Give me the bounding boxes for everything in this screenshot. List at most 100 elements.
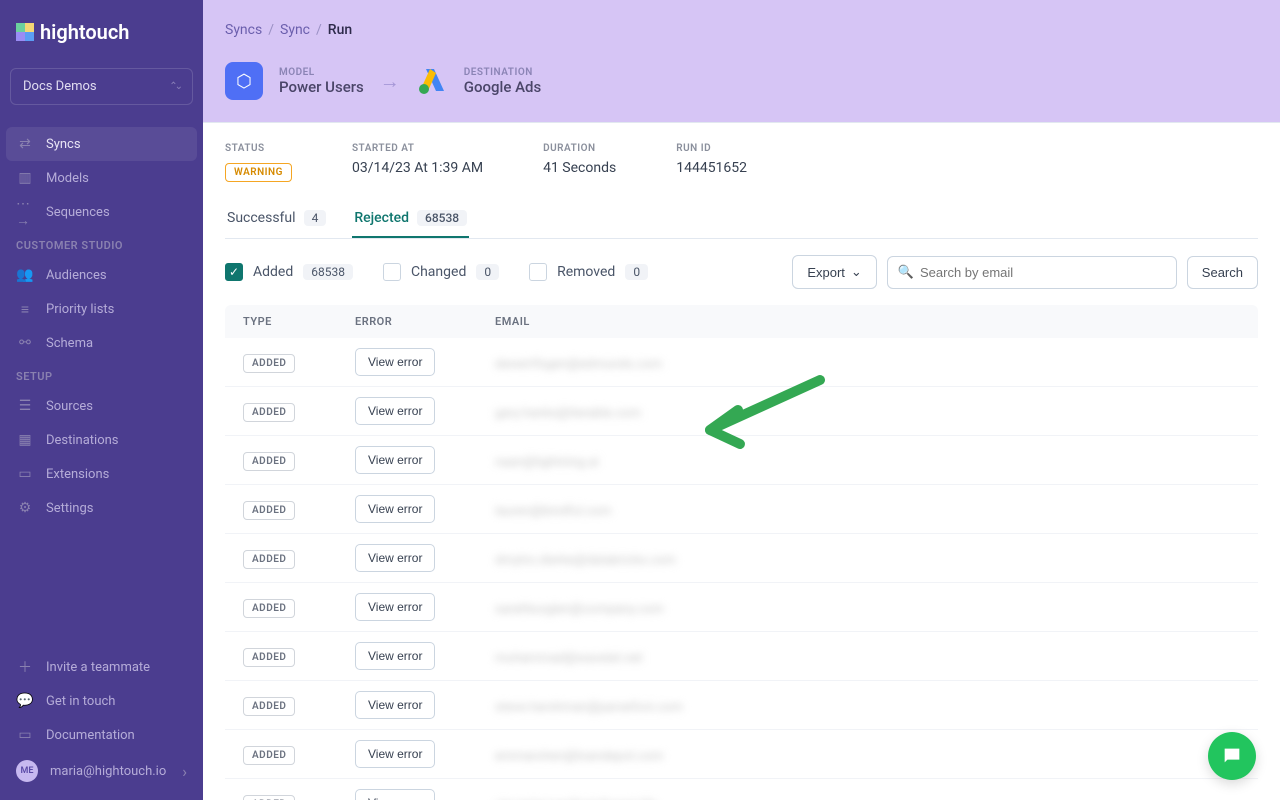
breadcrumb-sep: / xyxy=(268,22,274,38)
sidebar-item-sequences[interactable]: ⋯→ Sequences xyxy=(0,195,203,229)
nav-label: Extensions xyxy=(46,467,109,482)
breadcrumb-sync[interactable]: Sync xyxy=(280,22,310,38)
search-button[interactable]: Search xyxy=(1187,256,1258,289)
avatar: ME xyxy=(16,760,38,782)
sidebar-item-schema[interactable]: ⚯ Schema xyxy=(0,326,203,360)
nav-primary: ⇄ Syncs ▥ Models ⋯→ Sequences xyxy=(0,119,203,229)
type-chip: ADDED xyxy=(243,501,295,520)
view-error-button[interactable]: View error xyxy=(355,544,435,572)
view-error-button[interactable]: View error xyxy=(355,642,435,670)
type-chip: ADDED xyxy=(243,354,295,373)
tab-rejected[interactable]: Rejected 68538 xyxy=(352,200,469,238)
export-button[interactable]: Export ⌄ xyxy=(792,255,876,289)
tab-count: 68538 xyxy=(417,210,467,226)
extensions-icon: ▭ xyxy=(16,465,34,483)
checkbox-icon xyxy=(383,263,401,281)
destination-label: DESTINATION xyxy=(464,67,541,78)
model-icon: ⬡ xyxy=(225,62,263,100)
sidebar-item-models[interactable]: ▥ Models xyxy=(0,161,203,195)
table-row[interactable]: ADDEDView errorvincentwong@rainforest.li… xyxy=(225,779,1258,800)
breadcrumb-syncs[interactable]: Syncs xyxy=(225,22,262,38)
table-row[interactable]: ADDED View error dmytro.dierke@databricks.… xyxy=(225,534,1258,583)
chevron-down-icon: ⌄ xyxy=(851,264,862,280)
logo-mark-icon xyxy=(16,23,34,41)
filter-label: Removed xyxy=(557,264,615,280)
schema-icon: ⚯ xyxy=(16,334,34,352)
type-chip: ADDED xyxy=(243,403,295,422)
invite-teammate[interactable]: ＋ Invite a teammate xyxy=(0,650,203,684)
view-error-button[interactable]: View error xyxy=(355,593,435,621)
chat-fab[interactable] xyxy=(1208,732,1256,780)
runid-value: 144451652 xyxy=(676,160,747,176)
tab-successful[interactable]: Successful 4 xyxy=(225,200,328,238)
search-input[interactable] xyxy=(914,257,1166,288)
table-row[interactable]: ADDEDView errormuhammad@wavelet.net xyxy=(225,632,1258,681)
nav-label: Models xyxy=(46,171,89,186)
view-error-button[interactable]: View error xyxy=(355,495,435,523)
destination-block: DESTINATION Google Ads xyxy=(464,67,541,96)
view-error-button[interactable]: View error xyxy=(355,446,435,474)
sidebar-item-priority-lists[interactable]: ≡ Priority lists xyxy=(0,292,203,326)
email-cell: steve.harshman@parsefoni.com xyxy=(495,700,683,715)
chat-bubble-icon xyxy=(1221,745,1243,767)
type-chip: ADDED xyxy=(243,550,295,569)
view-error-button[interactable]: View error xyxy=(355,789,435,800)
get-in-touch[interactable]: 💬 Get in touch xyxy=(0,684,203,718)
sync-summary: ⬡ MODEL Power Users → DESTINATION Google… xyxy=(225,62,1258,122)
table-row[interactable]: ADDED View error naan@lightning.ai xyxy=(225,436,1258,485)
meta-duration: DURATION 41 Seconds xyxy=(543,143,616,182)
sidebar-item-sources[interactable]: ☰ Sources xyxy=(0,389,203,423)
filter-changed[interactable]: Changed 0 xyxy=(383,263,499,281)
arrow-right-icon: → xyxy=(380,69,400,94)
header-error: ERROR xyxy=(355,315,495,328)
sidebar-item-settings[interactable]: ⚙ Settings xyxy=(0,491,203,525)
runid-label: RUN ID xyxy=(676,143,747,154)
user-plus-icon: ＋ xyxy=(16,658,34,676)
nav-label: Sources xyxy=(46,399,93,414)
chat-icon: 💬 xyxy=(16,692,34,710)
duration-value: 41 Seconds xyxy=(543,160,616,176)
header-band: Syncs / Sync / Run ⬡ MODEL Power Users →… xyxy=(203,0,1280,122)
view-error-button[interactable]: View error xyxy=(355,740,435,768)
models-icon: ▥ xyxy=(16,169,34,187)
gear-icon: ⚙ xyxy=(16,499,34,517)
view-error-button[interactable]: View error xyxy=(355,691,435,719)
filter-added[interactable]: ✓ Added 68538 xyxy=(225,263,353,281)
duration-label: DURATION xyxy=(543,143,616,154)
destination-value: Google Ads xyxy=(464,78,541,96)
table-body: ADDEDView errordewertfsgen@edmunds.comAD… xyxy=(225,338,1258,800)
search-wrap: 🔍 xyxy=(887,256,1177,289)
table-row[interactable]: ADDEDView erroremmarohen@loandepot.com xyxy=(225,730,1258,779)
brand-name: hightouch xyxy=(40,20,129,44)
sidebar-item-audiences[interactable]: 👥 Audiences xyxy=(0,258,203,292)
sequences-icon: ⋯→ xyxy=(16,203,34,221)
audiences-icon: 👥 xyxy=(16,266,34,284)
table-row[interactable]: ADDEDView errorsarahburglen@company.com xyxy=(225,583,1258,632)
sidebar-item-destinations[interactable]: ▦ Destinations xyxy=(0,423,203,457)
documentation-link[interactable]: ▭ Documentation xyxy=(0,718,203,752)
table-row[interactable]: ADDED View error steve.harshman@parsefoni.… xyxy=(225,681,1258,730)
filter-label: Added xyxy=(253,264,293,280)
user-menu[interactable]: ME maria@hightouch.io › xyxy=(0,752,203,790)
checkbox-icon xyxy=(529,263,547,281)
sidebar-item-syncs[interactable]: ⇄ Syncs xyxy=(6,127,197,161)
type-chip: ADDED xyxy=(243,746,295,765)
tabs: Successful 4 Rejected 68538 xyxy=(225,200,1258,239)
nav-header-setup: SETUP xyxy=(0,360,203,389)
type-chip: ADDED xyxy=(243,697,295,716)
nav-label: Syncs xyxy=(46,137,81,152)
view-error-button[interactable]: View error xyxy=(355,348,435,376)
table-row[interactable]: ADDEDView errorgary.hanks@iterable.com xyxy=(225,387,1258,436)
table-row[interactable]: ADDEDView errorlauren@bindful.com xyxy=(225,485,1258,534)
filter-removed[interactable]: Removed 0 xyxy=(529,263,648,281)
view-error-button[interactable]: View error xyxy=(355,397,435,425)
email-cell: dmytro.dierke@databricks.com xyxy=(495,553,676,568)
table-row[interactable]: ADDEDView errordewertfsgen@edmunds.com xyxy=(225,338,1258,387)
filter-row: ✓ Added 68538 Changed 0 Removed 0 Export… xyxy=(225,239,1258,305)
meta-row: STATUS WARNING STARTED AT 03/14/23 At 1:… xyxy=(225,137,1258,200)
type-chip: ADDED xyxy=(243,452,295,471)
workspace-selector[interactable]: Docs Demos ⌃⌄ xyxy=(10,68,193,105)
priority-lists-icon: ≡ xyxy=(16,300,34,318)
email-cell: naan@lightning.ai xyxy=(495,455,599,470)
sidebar-item-extensions[interactable]: ▭ Extensions xyxy=(0,457,203,491)
